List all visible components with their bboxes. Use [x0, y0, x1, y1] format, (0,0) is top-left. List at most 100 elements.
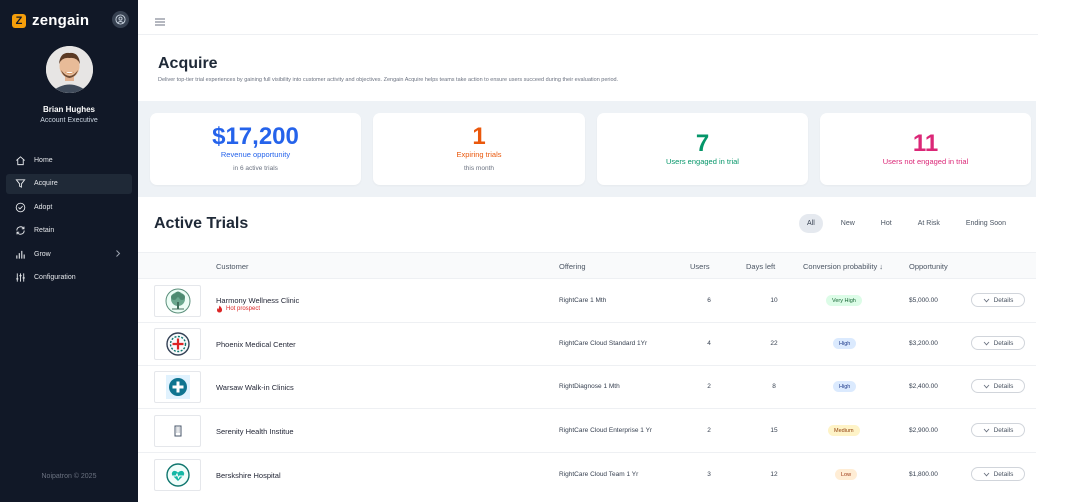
- sidebar-item-acquire[interactable]: Acquire: [6, 173, 132, 194]
- funnel-icon: [14, 178, 26, 190]
- heart-logo-icon: [165, 463, 190, 487]
- sidebar-item-label: Retain: [34, 227, 55, 234]
- sidebar-item-adopt[interactable]: Adopt: [6, 197, 132, 217]
- sidebar-item-label: Configuration: [34, 274, 76, 281]
- table-row[interactable]: Warsaw Walk-in Clinics RightDiagnose 1 M…: [138, 366, 1036, 409]
- stat-value: 11: [912, 130, 939, 157]
- details-button[interactable]: Details: [971, 423, 1025, 437]
- customer-name[interactable]: Warsaw Walk-in Clinics: [216, 383, 294, 392]
- user-role: Account Executive: [40, 117, 98, 124]
- trial-filters: All New Hot At Risk Ending Soon: [799, 214, 1024, 233]
- customer-logo: [154, 459, 201, 491]
- column-header-users[interactable]: Users: [690, 262, 710, 271]
- refresh-icon: [14, 225, 26, 237]
- table-row[interactable]: Serenity Health Institue RightCare Cloud…: [138, 410, 1036, 453]
- sidebar-item-configuration[interactable]: Configuration: [6, 268, 132, 288]
- customer-name[interactable]: Berskshire Hospital: [216, 471, 281, 480]
- days-left: 12: [770, 471, 778, 478]
- probability-badge: High: [833, 381, 857, 392]
- details-button-label: Details: [993, 426, 1014, 434]
- hamburger-menu-icon[interactable]: [155, 13, 165, 31]
- emblem-logo-icon: [165, 332, 190, 356]
- bar-chart-icon: [14, 248, 26, 260]
- hot-prospect-tag: Hot prospect: [216, 305, 260, 313]
- footer-copyright: Noipatron © 2025: [41, 473, 97, 480]
- details-button[interactable]: Details: [971, 336, 1025, 350]
- users-count: 6: [707, 297, 711, 304]
- probability-badge: Low: [835, 469, 858, 480]
- users-count: 2: [707, 427, 711, 434]
- stat-label: Users not engaged in trial: [882, 157, 969, 166]
- customer-logo: [154, 371, 201, 403]
- customer-name[interactable]: Phoenix Medical Center: [216, 340, 296, 349]
- stat-label: Users engaged in trial: [666, 157, 739, 166]
- sidebar-item-home[interactable]: Home: [6, 150, 132, 170]
- days-left: 8: [772, 383, 776, 390]
- probability-badge: High: [833, 338, 857, 349]
- user-name: Brian Hughes: [42, 105, 95, 114]
- user-circle-icon: [115, 14, 126, 25]
- filter-hot[interactable]: Hot: [873, 214, 900, 233]
- page-title: Acquire: [158, 55, 218, 72]
- hot-prospect-label: Hot prospect: [226, 306, 261, 312]
- details-button[interactable]: Details: [971, 293, 1025, 307]
- users-count: 4: [707, 340, 711, 347]
- customer-logo: [154, 415, 201, 447]
- days-left: 15: [770, 427, 778, 434]
- stat-value: 7: [695, 130, 710, 157]
- probability-badge: Medium: [828, 425, 860, 436]
- stat-card-revenue: $17,200 Revenue opportunity in 6 active …: [150, 113, 361, 185]
- chevron-down-icon: [983, 428, 989, 432]
- table-row[interactable]: Phoenix Medical Center RightCare Cloud S…: [138, 323, 1036, 366]
- opportunity-value: $2,400.00: [909, 383, 938, 390]
- sliders-icon: [14, 272, 26, 284]
- tree-logo-icon: [165, 288, 190, 314]
- table-row[interactable]: Berskshire Hospital RightCare Cloud Team…: [138, 454, 1036, 497]
- customer-logo: [154, 285, 201, 317]
- sidebar-item-retain[interactable]: Retain: [6, 221, 132, 241]
- chevron-down-icon: [983, 472, 989, 476]
- page-description: Deliver top-tier trial experiences by ga…: [158, 77, 619, 83]
- sidebar-item-label: Home: [34, 156, 53, 164]
- opportunity-value: $5,000.00: [909, 297, 938, 304]
- filter-new[interactable]: New: [833, 214, 863, 233]
- customer-name[interactable]: Harmony Wellness Clinic: [216, 296, 299, 305]
- offering: RightCare 1 Mth: [559, 297, 607, 304]
- column-header-offering[interactable]: Offering: [559, 262, 586, 271]
- table-row[interactable]: Harmony Wellness Clinic Hot prospect Rig…: [138, 280, 1036, 323]
- brand[interactable]: Z zengain: [12, 12, 89, 29]
- stat-card-not-engaged: 11 Users not engaged in trial: [820, 113, 1031, 185]
- details-button-label: Details: [993, 382, 1014, 390]
- customer-name[interactable]: Serenity Health Institue: [216, 427, 294, 436]
- table-header: Customer Offering Users Days left Conver…: [138, 252, 1036, 279]
- days-left: 10: [770, 297, 778, 304]
- account-button[interactable]: [112, 11, 129, 28]
- offering: RightCare Cloud Standard 1Yr: [559, 340, 648, 347]
- column-header-conversion-probability[interactable]: Conversion probability ↓: [803, 262, 883, 271]
- avatar: [46, 46, 93, 93]
- details-button[interactable]: Details: [971, 379, 1025, 393]
- stat-sub: in 6 active trials: [233, 165, 278, 172]
- filter-ending-soon[interactable]: Ending Soon: [958, 214, 1014, 233]
- stat-label: Revenue opportunity: [220, 150, 291, 159]
- opportunity-value: $3,200.00: [909, 340, 938, 347]
- stat-label: Expiring trials: [456, 150, 502, 159]
- probability-badge: Very High: [826, 295, 862, 306]
- column-header-days-left[interactable]: Days left: [746, 262, 775, 271]
- sidebar-nav: Home Acquire Adopt Retain Grow Configura…: [6, 150, 132, 291]
- check-circle-icon: [14, 201, 26, 213]
- sidebar: Z zengain Brian Hughes Account Executive…: [0, 0, 138, 502]
- sidebar-item-grow[interactable]: Grow: [6, 244, 132, 264]
- sidebar-item-label: Adopt: [34, 203, 53, 211]
- flame-icon: [217, 305, 223, 313]
- filter-all[interactable]: All: [799, 214, 823, 233]
- building-logo-icon: [174, 425, 181, 437]
- column-header-opportunity[interactable]: Opportunity: [909, 262, 948, 271]
- details-button[interactable]: Details: [971, 467, 1025, 481]
- details-button-label: Details: [993, 296, 1014, 304]
- filter-at-risk[interactable]: At Risk: [910, 214, 948, 233]
- users-count: 2: [707, 383, 711, 390]
- column-header-customer[interactable]: Customer: [216, 262, 249, 271]
- stat-value: 1: [472, 123, 486, 150]
- stat-value: $17,200: [212, 123, 299, 150]
